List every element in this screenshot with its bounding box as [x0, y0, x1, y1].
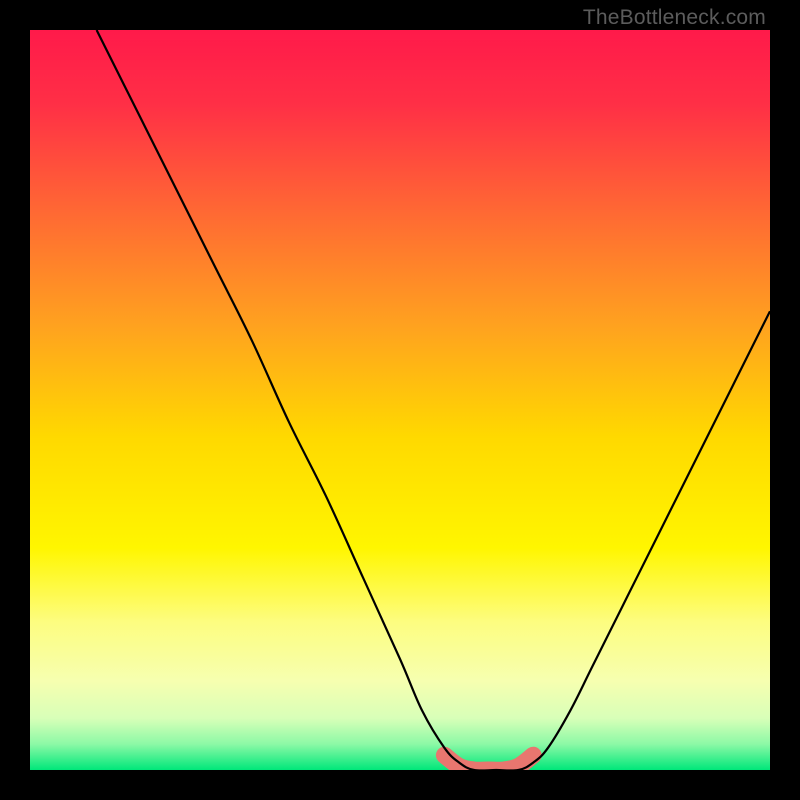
curve-line	[97, 30, 770, 770]
watermark-text: TheBottleneck.com	[583, 6, 766, 30]
plot-area	[30, 30, 770, 770]
chart-frame: TheBottleneck.com	[0, 0, 800, 800]
bottleneck-curve	[30, 30, 770, 770]
